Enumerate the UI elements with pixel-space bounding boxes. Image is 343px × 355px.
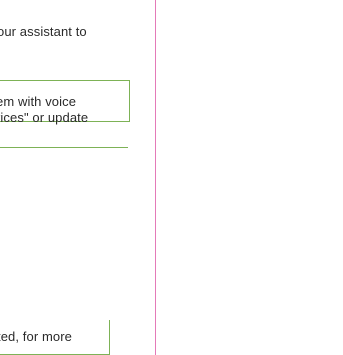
info-card-line-1: em with voice — [0, 94, 77, 109]
footer-text-fragment: ted, for more — [0, 329, 72, 344]
vertical-divider — [155, 0, 156, 355]
info-card-line-2: rices" or update — [0, 110, 89, 125]
info-card-bottom-border — [0, 147, 128, 148]
intro-text-fragment: our assistant to — [0, 24, 87, 39]
content-stage: our assistant to em with voice rices" or… — [0, 0, 343, 355]
